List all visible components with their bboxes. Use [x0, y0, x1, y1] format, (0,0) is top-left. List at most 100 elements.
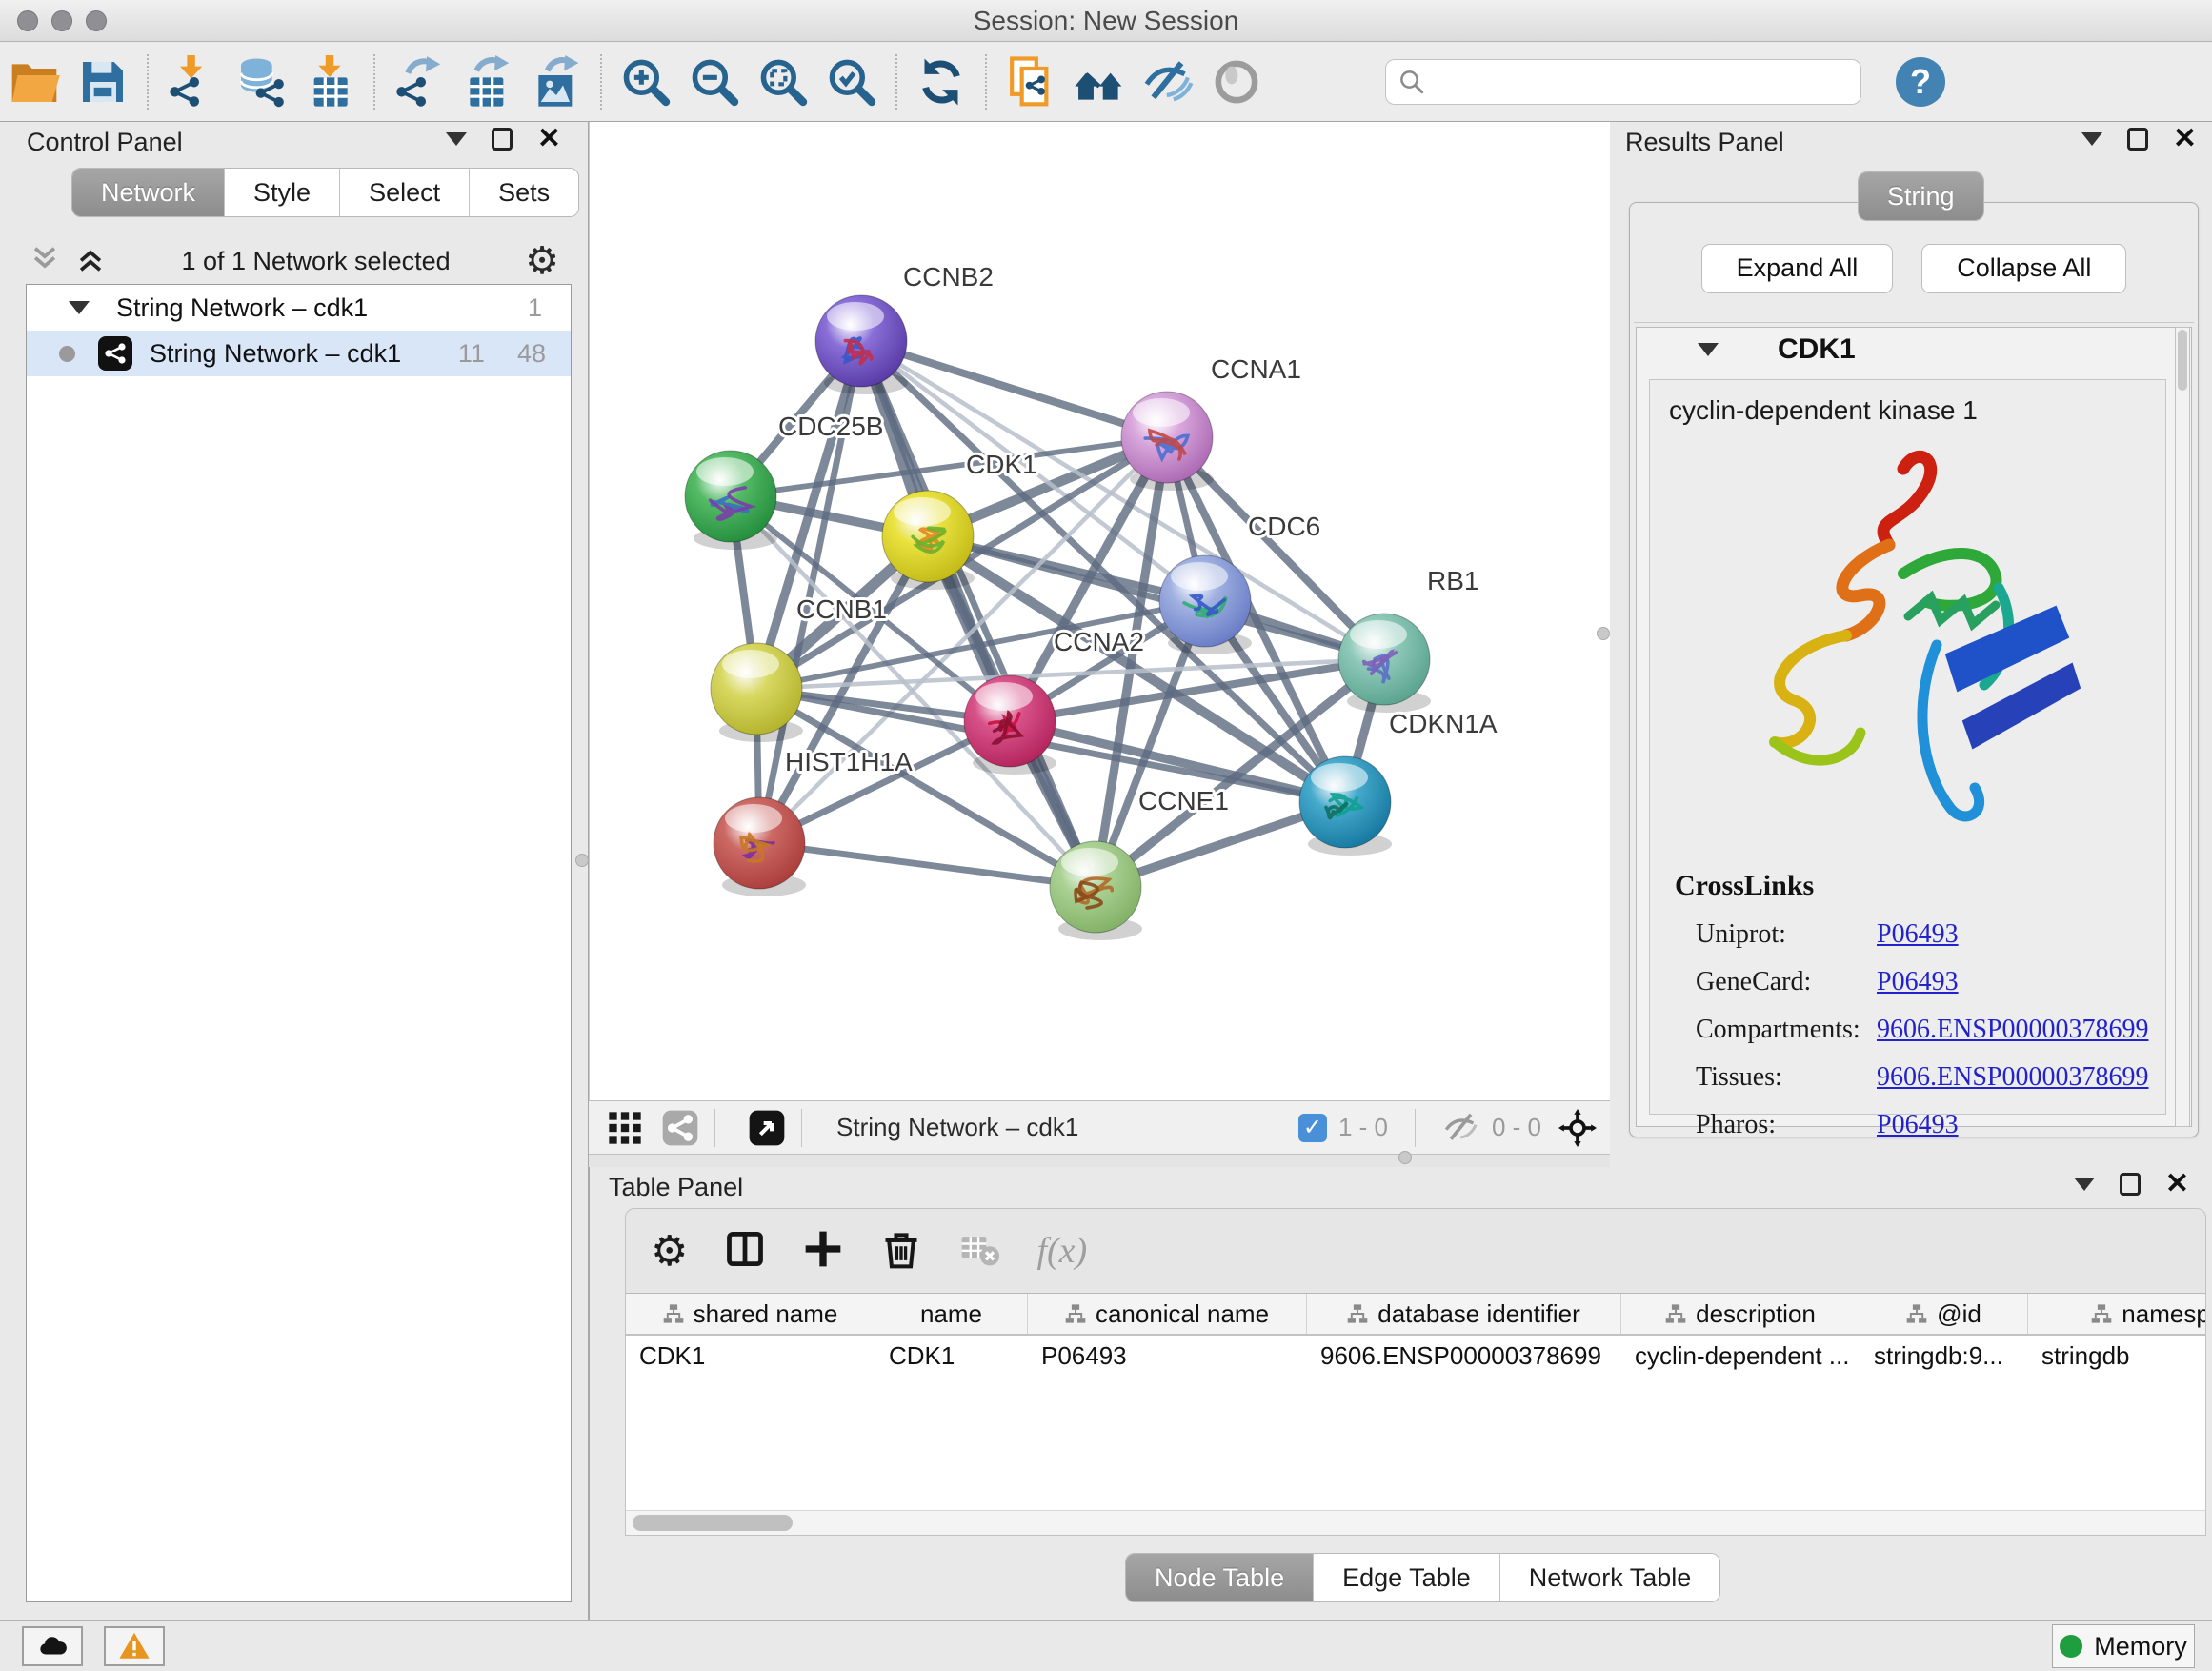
table-cell[interactable]: cyclin-dependent ...: [1621, 1336, 1860, 1376]
first-neighbors-icon[interactable]: [1065, 51, 1134, 112]
zoom-in-icon[interactable]: [612, 51, 680, 112]
crosslink-value-link[interactable]: P06493: [1877, 1110, 1959, 1140]
network-canvas[interactable]: CCNB2CCNA1CDC25BCDK1CDC6RB1CCNB1CCNA2CDK…: [589, 122, 1610, 1100]
show-columns-icon[interactable]: [724, 1228, 766, 1275]
table-splitter-handle[interactable]: [1398, 1151, 1412, 1164]
import-network-database-icon[interactable]: [227, 51, 295, 112]
import-table-file-icon[interactable]: [295, 51, 364, 112]
tab-edge-table[interactable]: Edge Table: [1314, 1554, 1500, 1601]
column-header-namespace[interactable]: namespace: [2028, 1294, 2205, 1334]
network-node-rb1[interactable]: [1338, 614, 1431, 713]
expand-all-networks-icon[interactable]: [29, 243, 61, 280]
table-hscrollbar-thumb[interactable]: [633, 1515, 793, 1531]
network-options-gear-icon[interactable]: ⚙: [525, 242, 559, 280]
close-panel-icon[interactable]: ✕: [537, 128, 561, 151]
tab-sets[interactable]: Sets: [470, 169, 578, 216]
table-options-gear-icon[interactable]: ⚙: [651, 1227, 688, 1276]
save-session-icon[interactable]: [69, 51, 137, 112]
network-node-ccnb1[interactable]: [711, 643, 803, 742]
hide-selected-icon[interactable]: [1134, 51, 1202, 112]
network-node-cdc25b[interactable]: [685, 451, 777, 550]
table-cell[interactable]: stringdb: [2028, 1336, 2205, 1376]
warning-button[interactable]: [104, 1626, 165, 1666]
column-header-shared-name[interactable]: shared name: [626, 1294, 875, 1334]
table-cell[interactable]: stringdb:9...: [1860, 1336, 2028, 1376]
column-header--id[interactable]: @id: [1860, 1294, 2028, 1334]
fit-content-icon[interactable]: [749, 51, 817, 112]
table-cell[interactable]: P06493: [1028, 1336, 1307, 1376]
memory-button[interactable]: Memory: [2052, 1624, 2195, 1668]
tab-node-table[interactable]: Node Table: [1126, 1554, 1314, 1601]
zoom-selected-icon[interactable]: [817, 51, 886, 112]
table-cell[interactable]: CDK1: [875, 1336, 1028, 1376]
help-icon[interactable]: ?: [1896, 57, 1945, 107]
show-all-icon[interactable]: [1202, 51, 1271, 112]
export-network-icon[interactable]: [385, 51, 453, 112]
import-network-file-icon[interactable]: [158, 51, 227, 112]
crosslink-value-link[interactable]: P06493: [1877, 919, 1959, 950]
export-table-icon[interactable]: [453, 51, 522, 112]
results-splitter-handle[interactable]: [1597, 627, 1610, 640]
gene-header[interactable]: CDK1: [1637, 328, 2191, 372]
column-header-canonical-name[interactable]: canonical name: [1028, 1294, 1307, 1334]
delete-column-icon[interactable]: [880, 1228, 922, 1275]
results-scrollbar[interactable]: [2175, 327, 2190, 1127]
close-panel-icon[interactable]: ✕: [2165, 1173, 2189, 1196]
panel-menu-icon[interactable]: [446, 132, 467, 146]
search-input[interactable]: [1434, 68, 1849, 97]
new-network-from-selection-icon[interactable]: [996, 51, 1065, 112]
network-node-cdk1[interactable]: [882, 491, 975, 590]
float-panel-icon[interactable]: [2120, 1173, 2141, 1196]
birds-eye-view-icon[interactable]: [748, 1109, 786, 1147]
collapse-all-button[interactable]: Collapse All: [1921, 244, 2126, 293]
column-header-database-identifier[interactable]: database identifier: [1307, 1294, 1621, 1334]
crosslink-value-link[interactable]: 9606.ENSP00000378699: [1877, 1062, 2148, 1093]
float-panel-icon[interactable]: [492, 128, 513, 151]
fit-selected-crosshair-icon[interactable]: [1558, 1109, 1597, 1147]
tab-network[interactable]: Network: [72, 169, 225, 216]
panel-menu-icon[interactable]: [2081, 132, 2102, 146]
table-hscrollbar[interactable]: [626, 1510, 2205, 1535]
table-cell[interactable]: 9606.ENSP00000378699: [1307, 1336, 1621, 1376]
column-header-name[interactable]: name: [875, 1294, 1028, 1334]
crosslink-value-link[interactable]: P06493: [1877, 967, 1959, 997]
network-node-ccna2[interactable]: [964, 675, 1056, 775]
crosslink-value-link[interactable]: 9606.ENSP00000378699: [1877, 1015, 2148, 1045]
network-share-icon[interactable]: [661, 1109, 699, 1147]
export-image-icon[interactable]: [522, 51, 591, 112]
network-edge[interactable]: [759, 843, 1096, 887]
gene-expand-icon[interactable]: [1698, 343, 1719, 356]
tab-select[interactable]: Select: [340, 169, 470, 216]
column-header-description[interactable]: description: [1621, 1294, 1860, 1334]
network-edge[interactable]: [861, 341, 1096, 887]
vertical-splitter-handle[interactable]: [575, 854, 589, 867]
results-scrollbar-thumb[interactable]: [2178, 330, 2187, 391]
tab-network-table[interactable]: Network Table: [1500, 1554, 1720, 1601]
search-field[interactable]: [1385, 59, 1861, 105]
apply-preferred-layout-icon[interactable]: [907, 51, 975, 112]
expand-all-button[interactable]: Expand All: [1701, 244, 1894, 293]
network-collection-row[interactable]: String Network – cdk1 1: [27, 285, 571, 331]
table-row[interactable]: CDK1CDK1P064939606.ENSP00000378699cyclin…: [626, 1336, 2205, 1376]
zoom-out-icon[interactable]: [680, 51, 749, 112]
network-row[interactable]: String Network – cdk1 11 48: [27, 331, 571, 376]
selected-checkbox-icon[interactable]: ✓: [1298, 1114, 1327, 1142]
grid-view-icon[interactable]: [606, 1109, 644, 1147]
network-node-cdc6[interactable]: [1159, 555, 1252, 654]
network-node-cdkn1a[interactable]: [1299, 756, 1392, 856]
collapse-all-networks-icon[interactable]: [74, 243, 107, 280]
float-panel-icon[interactable]: [2127, 128, 2148, 151]
table-cell[interactable]: CDK1: [626, 1336, 875, 1376]
network-node-ccne1[interactable]: [1050, 841, 1142, 940]
open-session-icon[interactable]: [0, 51, 69, 112]
create-column-icon[interactable]: [802, 1228, 844, 1275]
network-node-ccnb2[interactable]: [815, 295, 908, 394]
cloud-status-button[interactable]: [22, 1626, 83, 1666]
panel-menu-icon[interactable]: [2074, 1178, 2095, 1191]
close-panel-icon[interactable]: ✕: [2173, 128, 2197, 151]
network-node-ccna1[interactable]: [1121, 392, 1214, 491]
network-node-hist1h1a[interactable]: [714, 797, 806, 896]
collection-expand-icon[interactable]: [69, 301, 90, 314]
tab-string[interactable]: String: [1859, 172, 1983, 220]
tab-style[interactable]: Style: [225, 169, 340, 216]
